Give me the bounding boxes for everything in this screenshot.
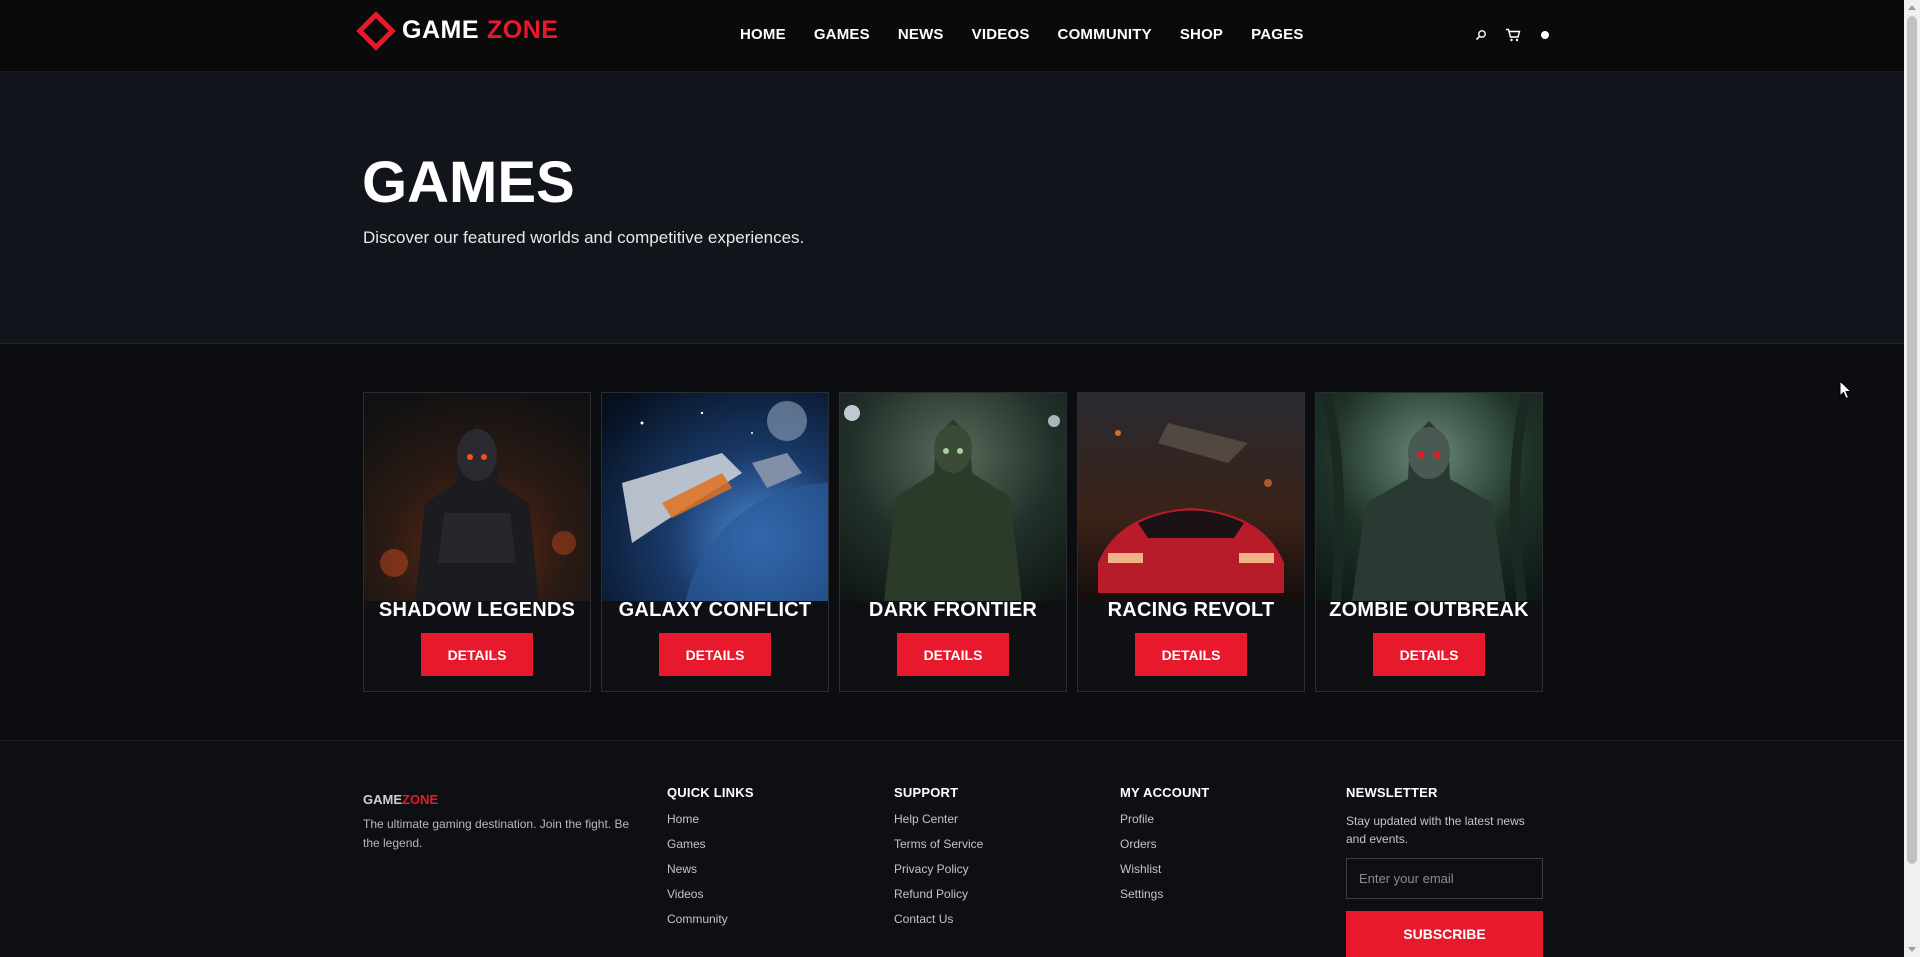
scrollbar-thumb[interactable] xyxy=(1907,16,1917,864)
mouse-cursor-icon xyxy=(1839,379,1853,405)
nav-shop[interactable]: SHOP xyxy=(1180,26,1223,43)
footer-link-news[interactable]: News xyxy=(667,862,754,877)
footer-link-wishlist[interactable]: Wishlist xyxy=(1120,862,1209,877)
footer-link-home[interactable]: Home xyxy=(667,812,754,827)
footer-brand-zone: ZONE xyxy=(402,792,439,807)
footer-link-videos[interactable]: Videos xyxy=(667,887,754,902)
newsletter-text: Stay updated with the latest news and ev… xyxy=(1346,814,1525,846)
games-grid: SHADOW LEGENDS DETAILS GALAXY CONFLICT D… xyxy=(363,392,1543,692)
logo-diamond-icon xyxy=(356,10,396,51)
footer-brand-game: GAME xyxy=(363,792,402,807)
footer-link-contact[interactable]: Contact Us xyxy=(894,912,983,927)
footer-link-help-center[interactable]: Help Center xyxy=(894,812,983,827)
game-card[interactable]: DARK FRONTIER DETAILS xyxy=(839,392,1067,692)
game-card[interactable]: GALAXY CONFLICT DETAILS xyxy=(601,392,829,692)
nav-news[interactable]: NEWS xyxy=(898,26,944,43)
footer-brand: GAMEZONE xyxy=(363,792,438,807)
footer-quick-links: QUICK LINKS Home Games News Videos Commu… xyxy=(667,785,754,937)
footer-column-title: SUPPORT xyxy=(894,785,959,800)
details-button[interactable]: DETAILS xyxy=(659,633,771,676)
game-cover-image xyxy=(1316,393,1542,601)
footer-link-orders[interactable]: Orders xyxy=(1120,837,1209,852)
footer-link-games[interactable]: Games xyxy=(667,837,754,852)
footer-about: The ultimate gaming destination. Join th… xyxy=(363,817,630,850)
main-nav: HOME GAMES NEWS VIDEOS COMMUNITY SHOP PA… xyxy=(740,26,1304,43)
game-title: DARK FRONTIER xyxy=(868,599,1038,621)
newsletter-email-input[interactable] xyxy=(1346,858,1543,899)
site-footer: GAMEZONE The ultimate gaming destination… xyxy=(0,740,1904,957)
scroll-up-arrow-icon[interactable] xyxy=(1908,5,1916,10)
logo-text: GAME ZONE xyxy=(402,16,558,45)
scroll-down-arrow-icon[interactable] xyxy=(1908,947,1916,952)
header-icons xyxy=(1473,27,1553,43)
footer-link-refund[interactable]: Refund Policy xyxy=(894,887,983,902)
cart-icon[interactable] xyxy=(1505,27,1521,43)
details-button[interactable]: DETAILS xyxy=(1373,633,1485,676)
game-cover-image xyxy=(364,393,590,601)
game-title: SHADOW LEGENDS xyxy=(378,599,576,621)
footer-account: MY ACCOUNT Profile Orders Wishlist Setti… xyxy=(1120,785,1209,912)
details-button[interactable]: DETAILS xyxy=(897,633,1009,676)
footer-link-profile[interactable]: Profile xyxy=(1120,812,1209,827)
game-cover-image xyxy=(1078,393,1304,601)
site-header: GAME ZONE HOME GAMES NEWS VIDEOS COMMUNIT… xyxy=(0,0,1904,72)
user-icon[interactable] xyxy=(1537,27,1553,43)
game-cover-image xyxy=(840,393,1066,601)
footer-link-terms[interactable]: Terms of Service xyxy=(894,837,983,852)
game-title: RACING REVOLT xyxy=(1107,599,1275,621)
nav-pages[interactable]: PAGES xyxy=(1251,26,1303,43)
page-hero: GAMES Discover our featured worlds and c… xyxy=(0,72,1904,344)
footer-support: SUPPORT Help Center Terms of Service Pri… xyxy=(894,785,983,937)
game-card[interactable]: SHADOW LEGENDS DETAILS xyxy=(363,392,591,692)
game-title: GALAXY CONFLICT xyxy=(618,599,812,621)
footer-newsletter: NEWSLETTER Stay updated with the latest … xyxy=(1346,785,1546,957)
details-button[interactable]: DETAILS xyxy=(1135,633,1247,676)
logo[interactable]: GAME ZONE xyxy=(356,10,558,51)
nav-community[interactable]: COMMUNITY xyxy=(1058,26,1152,43)
nav-videos[interactable]: VIDEOS xyxy=(972,26,1030,43)
logo-text-zone: ZONE xyxy=(487,16,559,44)
nav-home[interactable]: HOME xyxy=(740,26,786,43)
game-cover-image xyxy=(602,393,828,601)
footer-column-title: QUICK LINKS xyxy=(667,785,754,800)
footer-link-privacy[interactable]: Privacy Policy xyxy=(894,862,983,877)
details-button[interactable]: DETAILS xyxy=(421,633,533,676)
logo-text-game: GAME xyxy=(402,16,479,44)
subscribe-button[interactable]: SUBSCRIBE xyxy=(1346,911,1543,957)
footer-column-title: MY ACCOUNT xyxy=(1120,785,1210,800)
game-card[interactable]: ZOMBIE OUTBREAK DETAILS xyxy=(1315,392,1543,692)
footer-link-settings[interactable]: Settings xyxy=(1120,887,1209,902)
page-subtitle: Discover our featured worlds and competi… xyxy=(363,228,805,247)
nav-games[interactable]: GAMES xyxy=(814,26,870,43)
footer-link-community[interactable]: Community xyxy=(667,912,754,927)
footer-column-title: NEWSLETTER xyxy=(1346,785,1438,800)
search-icon[interactable] xyxy=(1473,27,1489,43)
game-title: ZOMBIE OUTBREAK xyxy=(1329,599,1529,621)
page-title: GAMES xyxy=(362,150,575,215)
game-card[interactable]: RACING REVOLT DETAILS xyxy=(1077,392,1305,692)
page-scrollbar[interactable] xyxy=(1904,0,1920,957)
